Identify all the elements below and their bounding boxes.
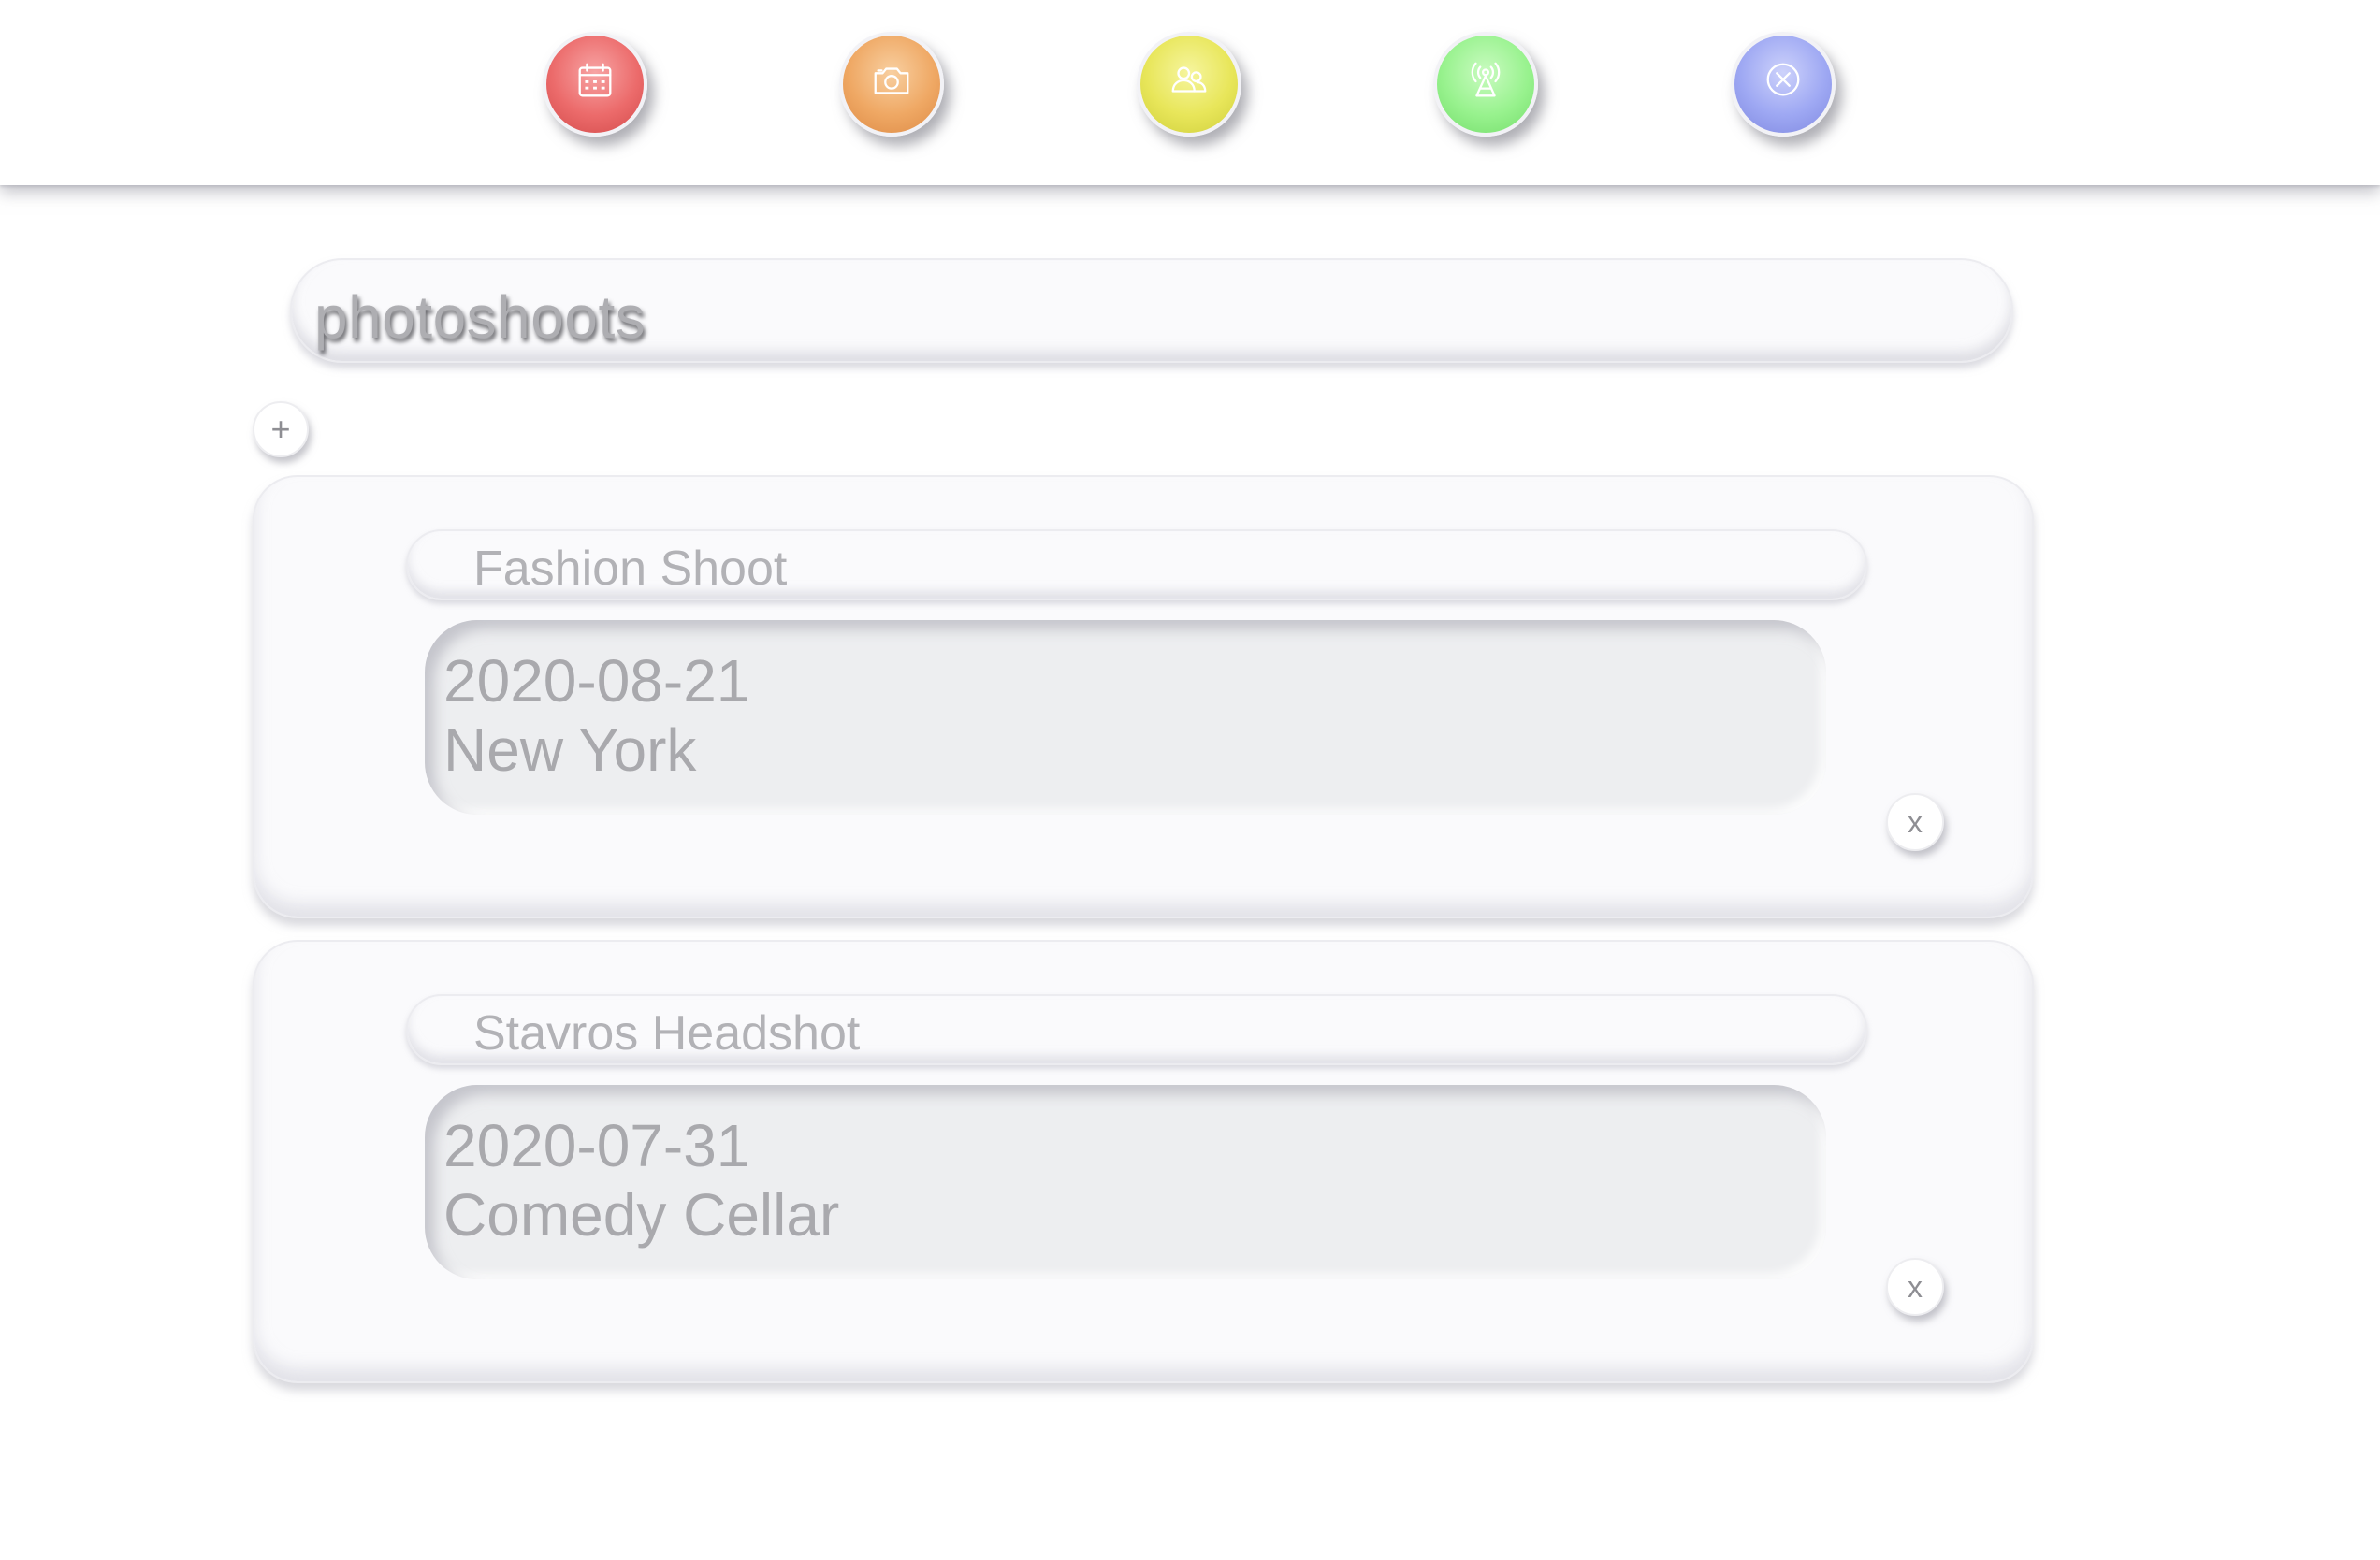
calendar-nav-button[interactable]: [543, 32, 647, 137]
shoot-date: 2020-07-31: [443, 1112, 750, 1179]
close-circle-icon: [1766, 63, 1800, 96]
top-nav-bar: [0, 0, 2380, 185]
remove-shoot-button[interactable]: x: [1886, 1258, 1944, 1316]
page-title: photoshoots: [314, 283, 646, 351]
remove-shoot-button[interactable]: x: [1886, 793, 1944, 851]
shoot-location: Comedy Cellar: [443, 1181, 840, 1249]
shoot-card: Stavros Headshot 2020-07-31 Comedy Cella…: [253, 940, 2034, 1383]
shoot-name-field[interactable]: Stavros Headshot: [406, 994, 1867, 1065]
camera-icon: [874, 67, 909, 94]
close-nav-button[interactable]: [1731, 32, 1836, 137]
shoot-card: Fashion Shoot 2020-08-21 New York x: [253, 475, 2034, 918]
shoot-location: New York: [443, 716, 697, 784]
broadcast-tower-icon: [1471, 62, 1501, 97]
page-title-field[interactable]: photoshoots: [290, 258, 2013, 363]
calendar-icon: [578, 63, 612, 97]
add-shoot-button[interactable]: +: [253, 401, 309, 457]
shoot-details-field[interactable]: 2020-07-31 Comedy Cellar: [425, 1085, 1826, 1279]
shoot-name: Fashion Shoot: [473, 542, 788, 596]
shoot-details-field[interactable]: 2020-08-21 New York: [425, 620, 1826, 815]
users-nav-button[interactable]: [1137, 32, 1241, 137]
shoot-name: Stavros Headshot: [473, 1006, 861, 1061]
shoot-date: 2020-08-21: [443, 647, 750, 715]
shoot-name-field[interactable]: Fashion Shoot: [406, 529, 1867, 600]
broadcast-nav-button[interactable]: [1433, 32, 1538, 137]
users-icon: [1171, 66, 1207, 93]
camera-nav-button[interactable]: [839, 32, 944, 137]
